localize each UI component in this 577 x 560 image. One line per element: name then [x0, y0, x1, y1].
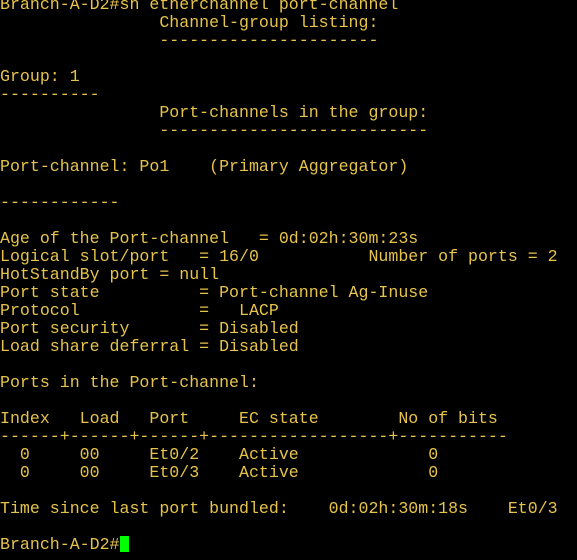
- table-row: 0 00 Et0/2 Active 0: [0, 445, 439, 464]
- hotstandby-line: HotStandBy port = null: [0, 265, 220, 284]
- logical-slot-line: Logical slot/port = 16/0 Number of ports…: [0, 247, 558, 266]
- section-underline: ---------------------------: [0, 121, 429, 140]
- time-since-bundled-line: Time since last port bundled: 0d:02h:30m…: [0, 499, 558, 518]
- group-label: Group: 1: [0, 67, 80, 86]
- prompt-line[interactable]: Branch-A-D2#: [0, 536, 577, 554]
- block-cursor-icon: [119, 536, 129, 552]
- section-title-channel-group-listing: Channel-group listing:: [0, 13, 379, 32]
- port-channel-label: Port-channel: Po1 (Primary Aggregator): [0, 157, 409, 176]
- protocol-line: Protocol = LACP: [0, 301, 279, 320]
- table-header: Index Load Port EC state No of bits: [0, 409, 498, 428]
- ports-heading: Ports in the Port-channel:: [0, 373, 259, 392]
- port-security-line: Port security = Disabled: [0, 319, 299, 338]
- age-line: Age of the Port-channel = 0d:02h:30m:23s: [0, 229, 419, 248]
- table-separator: ------+------+------+------------------+…: [0, 427, 508, 446]
- prompt-text: Branch-A-D2#: [0, 535, 120, 554]
- command-line: Branch-A-D2#sh etherchannel port-channel: [0, 0, 399, 14]
- section-title-port-channels: Port-channels in the group:: [0, 103, 429, 122]
- divider-line: ------------: [0, 193, 120, 212]
- table-row: 0 00 Et0/3 Active 0: [0, 463, 439, 482]
- port-state-line: Port state = Port-channel Ag-Inuse: [0, 283, 429, 302]
- load-share-line: Load share deferral = Disabled: [0, 337, 299, 356]
- group-underline: ----------: [0, 85, 100, 104]
- terminal-window[interactable]: Branch-A-D2#sh etherchannel port-channel…: [0, 0, 577, 560]
- section-underline: ----------------------: [0, 31, 379, 50]
